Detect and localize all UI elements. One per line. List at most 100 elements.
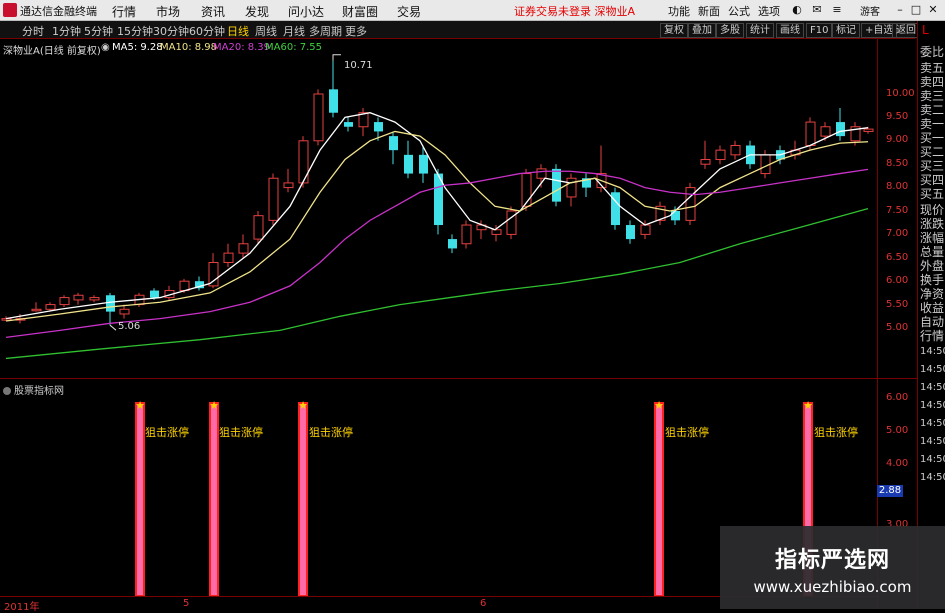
side-label: 委比 (920, 45, 945, 59)
menu-icon[interactable]: ≡ (830, 3, 844, 16)
side-label: 14:50 (920, 400, 945, 411)
period-more[interactable]: 更多 (345, 23, 367, 39)
candle-body (59, 297, 70, 306)
tool-biaoji[interactable]: 标记 (832, 23, 860, 38)
menu-hangqing[interactable]: 行情 (112, 3, 136, 20)
app-logo-icon (3, 3, 17, 17)
period-fenshi[interactable]: 分时 (22, 23, 44, 39)
candle-body (313, 93, 324, 142)
candle-body (283, 182, 294, 189)
side-label: 14:50 (920, 418, 945, 429)
side-label: 卖三 (920, 89, 945, 103)
candle-body (491, 229, 502, 235)
candle-body (805, 121, 816, 146)
period-5min[interactable]: 5分钟 (84, 23, 113, 39)
menu-xuanxiang[interactable]: 选项 (758, 3, 780, 19)
candle-body (448, 239, 457, 249)
menu-shichang[interactable]: 市场 (156, 3, 180, 20)
high-pointer (332, 54, 341, 61)
menu-gongneng[interactable]: 功能 (668, 3, 690, 19)
candle-body (419, 154, 428, 174)
signal-label: 狙击涨停 (814, 426, 858, 439)
candle-body (374, 122, 383, 132)
period-daily[interactable]: 日线 (227, 23, 249, 39)
side-label: 买一 (920, 131, 945, 145)
tool-f10[interactable]: F10 (806, 23, 833, 38)
menu-xinmian[interactable]: 新面 (698, 3, 720, 19)
tool-fuquan[interactable]: 复权 (660, 23, 688, 38)
candle-body (671, 211, 680, 221)
candle-body (685, 187, 696, 221)
tool-diejia[interactable]: 叠加 (688, 23, 716, 38)
signal-label: 狙击涨停 (309, 426, 353, 439)
side-label: 买四 (920, 173, 945, 187)
menu-wenxiaoda[interactable]: 问小达 (288, 3, 324, 20)
price-tick: 7.50 (886, 205, 909, 216)
menu-zixun[interactable]: 资讯 (201, 3, 225, 20)
menu-jiaoyi[interactable]: 交易 (397, 3, 421, 20)
tool-tongji[interactable]: 统计 (746, 23, 774, 38)
period-weekly[interactable]: 周线 (255, 23, 277, 39)
signal-bar (135, 402, 145, 596)
watermark: 指标严选网 www.xuezhibiao.com (720, 526, 945, 609)
candle-body (536, 168, 547, 179)
user-guest[interactable]: 游客 (860, 3, 880, 18)
candle-body (329, 89, 338, 113)
side-label: 买二 (920, 145, 945, 159)
side-label: 卖一 (920, 117, 945, 131)
date-tick: 6 (480, 598, 487, 609)
period-multi[interactable]: 多周期 (309, 23, 342, 39)
price-tick: 8.50 (886, 158, 909, 169)
signal-bar (654, 402, 664, 596)
indicator-tick: 6.00 (886, 392, 909, 403)
tool-duogu[interactable]: 多股 (716, 23, 744, 38)
side-letter: L (922, 23, 929, 37)
side-label: 卖四 (920, 75, 945, 89)
trade-login-alert[interactable]: 证券交易未登录 深物业A (514, 3, 635, 19)
candle-body (836, 122, 845, 137)
candle-body (119, 308, 130, 315)
side-label: 买三 (920, 159, 945, 173)
candle-body (208, 261, 219, 287)
period-60min[interactable]: 60分钟 (189, 23, 225, 39)
tool-back[interactable]: 返回 (892, 23, 920, 38)
period-30min[interactable]: 30分钟 (153, 23, 189, 39)
candle-body (253, 215, 264, 240)
candle-body (223, 252, 234, 263)
menu-gongshi[interactable]: 公式 (728, 3, 750, 19)
price-tick: 6.00 (886, 275, 909, 286)
period-1min[interactable]: 1分钟 (52, 23, 81, 39)
side-label: 外盘 (920, 259, 945, 273)
candle-body (566, 177, 577, 198)
maximize-button[interactable]: □ (909, 3, 923, 16)
candle-body (298, 140, 309, 184)
message-icon[interactable]: ✉ (810, 3, 824, 16)
candle-body (820, 126, 831, 137)
candle-body (404, 154, 413, 174)
menu-faxian[interactable]: 发现 (245, 3, 269, 20)
price-tick: 9.00 (886, 134, 909, 145)
side-label: 14:50 (920, 346, 945, 357)
candle-body (730, 144, 741, 156)
indicator-tick: 5.00 (886, 425, 909, 436)
tool-huaxian[interactable]: 画线 (776, 23, 804, 38)
skin-icon[interactable]: ◐ (790, 3, 804, 16)
close-button[interactable]: ✕ (926, 3, 940, 16)
price-tick: 10.00 (886, 88, 915, 99)
candle-body (521, 173, 532, 207)
watermark-url: www.xuezhibiao.com (753, 578, 912, 596)
side-label: 14:50 (920, 472, 945, 483)
period-15min[interactable]: 15分钟 (117, 23, 153, 39)
candle-body (31, 308, 42, 312)
signal-label: 狙击涨停 (665, 426, 709, 439)
signal-label: 狙击涨停 (219, 426, 263, 439)
period-monthly[interactable]: 月线 (283, 23, 305, 39)
side-label: 换手 (920, 273, 945, 287)
signal-star-icon: ★ (803, 399, 813, 412)
side-label: 收益 (920, 301, 945, 315)
menu-caifuquan[interactable]: 财富圈 (342, 3, 378, 20)
candle-body (238, 243, 249, 254)
candle-body (640, 224, 651, 235)
minimize-button[interactable]: – (893, 3, 907, 16)
candle-body (73, 294, 84, 301)
